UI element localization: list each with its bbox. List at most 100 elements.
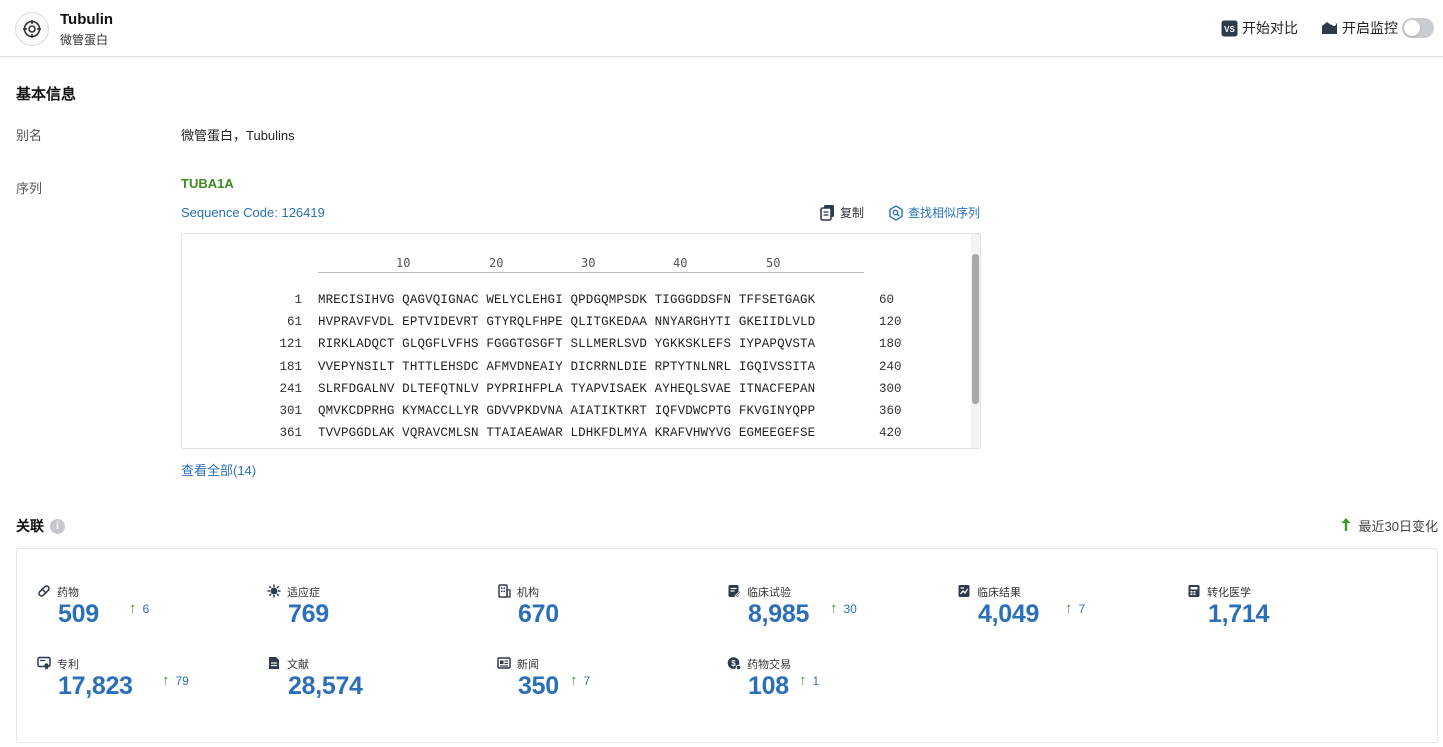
stat-literature[interactable]: 文献 28,574 bbox=[267, 656, 487, 716]
row-sequence: TVVPGGDLAK VQRAVCMLSN TTAIAEAWAR LDHKFDL… bbox=[318, 426, 816, 440]
stat-label: 适应症 bbox=[287, 587, 320, 599]
alias-label: 别名 bbox=[16, 128, 43, 143]
compare-button[interactable]: VS 开始对比 bbox=[1221, 18, 1298, 38]
stat-label: 临床结果 bbox=[977, 587, 1021, 599]
stat-delta: ↑ 1 bbox=[799, 672, 819, 689]
clipboard-icon bbox=[728, 585, 741, 598]
stat-translational[interactable]: 转化医学 1,714 bbox=[1187, 584, 1407, 644]
up-arrow-icon: ↑ bbox=[799, 672, 807, 689]
row-end: 360 bbox=[879, 404, 902, 418]
compare-label: 开始对比 bbox=[1242, 20, 1298, 36]
row-start: 61 bbox=[286, 315, 302, 329]
page-subtitle: 微管蛋白 bbox=[60, 33, 109, 47]
molecule-search-icon bbox=[888, 204, 904, 221]
toggle-knob bbox=[1404, 20, 1420, 36]
row-start: 121 bbox=[279, 337, 302, 351]
page-header: Tubulin 微管蛋白 VS 开始对比 开启监控 bbox=[0, 0, 1443, 57]
sequence-code: Sequence Code: 126419 bbox=[181, 205, 325, 220]
monitor-icon bbox=[1321, 20, 1338, 37]
newspaper-icon bbox=[497, 657, 511, 669]
stat-delta: ↑ 30 bbox=[830, 600, 857, 617]
target-icon bbox=[15, 12, 49, 46]
row-end: 240 bbox=[879, 360, 902, 374]
stat-patents[interactable]: 专利 17,823 ↑ 79 bbox=[37, 656, 257, 716]
row-end: 300 bbox=[879, 382, 902, 396]
up-arrow-icon: ↑ bbox=[162, 672, 170, 689]
basic-info-title: 基本信息 bbox=[16, 86, 77, 103]
find-similar-button[interactable]: 查找相似序列 bbox=[888, 204, 980, 221]
alias-value: 微管蛋白，Tubulins bbox=[181, 128, 295, 143]
page-title: Tubulin bbox=[60, 11, 114, 28]
monitor-label: 开启监控 bbox=[1342, 20, 1398, 36]
relations-title-text: 关联 bbox=[16, 518, 44, 534]
row-sequence: RIRKLADQCT GLQGFLVFHS FGGGTGSGFT SLLMERL… bbox=[318, 337, 816, 351]
stat-value: 1,714 bbox=[1208, 600, 1270, 628]
stat-indications[interactable]: 适应症 769 bbox=[267, 584, 487, 644]
stat-delta: ↑ 79 bbox=[162, 672, 189, 689]
stat-value: 28,574 bbox=[288, 672, 363, 700]
stat-drugs[interactable]: 药物 509 ↑ 6 bbox=[37, 584, 257, 644]
stat-value: 670 bbox=[518, 600, 559, 628]
stat-label: 转化医学 bbox=[1207, 587, 1251, 599]
gene-name: TUBA1A bbox=[181, 176, 234, 191]
row-end: 180 bbox=[879, 337, 902, 351]
svg-text:$: $ bbox=[731, 659, 736, 668]
row-sequence: HVPRAVFVDL EPTVIDEVRT GTYRQLFHPE QLITGKE… bbox=[318, 315, 816, 329]
stat-deals[interactable]: $ 药物交易 108 ↑ 1 bbox=[727, 656, 947, 716]
copy-label: 复制 bbox=[840, 206, 865, 220]
ruler-line bbox=[318, 272, 864, 273]
up-arrow-icon: ↑ bbox=[830, 600, 838, 617]
up-arrow-icon: ↑ bbox=[129, 600, 137, 617]
delta-value: 79 bbox=[175, 673, 189, 688]
virus-icon bbox=[267, 584, 281, 598]
row-sequence: MRECISIHVG QAGVQIGNAC WELYCLEHGI QPDGQMP… bbox=[318, 293, 816, 307]
delta-value: 7 bbox=[1078, 601, 1086, 616]
stat-value: 8,985 bbox=[748, 600, 810, 628]
sequence-label: 序列 bbox=[16, 181, 43, 196]
building-icon bbox=[498, 584, 511, 598]
row-start: 241 bbox=[279, 382, 302, 396]
stat-clinical-trials[interactable]: 临床试验 8,985 ↑ 30 bbox=[727, 584, 947, 644]
recent-change-legend: 最近30日变化 bbox=[1341, 516, 1438, 535]
stat-label: 新闻 bbox=[517, 659, 539, 671]
stat-label: 专利 bbox=[57, 659, 79, 671]
stat-news[interactable]: 新闻 350 ↑ 7 bbox=[497, 656, 717, 716]
row-sequence: SLRFDGALNV DLTEFQTNLV PYPRIHFPLA TYAPVIS… bbox=[318, 382, 816, 396]
stat-label: 文献 bbox=[287, 659, 309, 671]
recent-change-label: 最近30日变化 bbox=[1358, 519, 1438, 534]
row-start: 301 bbox=[279, 404, 302, 418]
scrollbar-thumb[interactable] bbox=[972, 254, 979, 404]
deal-icon: $ bbox=[727, 657, 741, 670]
view-all-link[interactable]: 查看全部(14) bbox=[181, 460, 256, 479]
stat-delta: ↑ 6 bbox=[129, 600, 149, 617]
copy-icon bbox=[820, 204, 836, 221]
copy-button[interactable]: 复制 bbox=[820, 204, 864, 221]
row-start: 1 bbox=[294, 293, 302, 307]
stat-label: 药物交易 bbox=[747, 659, 791, 671]
stat-delta: ↑ 7 bbox=[1065, 600, 1085, 617]
monitor-toggle[interactable] bbox=[1402, 18, 1434, 38]
ruler-tick: 40 bbox=[673, 256, 688, 270]
sequence-viewer[interactable]: 10 20 30 40 50 1 MRECISIHVG QAGVQIGNAC W… bbox=[181, 233, 981, 449]
relations-card: 药物 509 ↑ 6 适应症 769 机构 670 临床试验 8,985 ↑ 30 … bbox=[16, 548, 1438, 743]
chart-doc-icon bbox=[958, 585, 970, 597]
info-icon[interactable]: i bbox=[50, 518, 65, 534]
monitor-button[interactable]: 开启监控 bbox=[1321, 18, 1398, 38]
stat-organizations[interactable]: 机构 670 bbox=[497, 584, 717, 644]
stat-clinical-results[interactable]: 临床结果 4,049 ↑ 7 bbox=[957, 584, 1177, 644]
stat-value: 108 bbox=[748, 672, 789, 700]
stat-value: 17,823 bbox=[58, 672, 133, 700]
relations-title: 关联 i bbox=[16, 516, 65, 536]
delta-value: 7 bbox=[583, 673, 591, 688]
certificate-icon bbox=[37, 656, 51, 670]
sequence-scrollbar[interactable] bbox=[971, 234, 980, 448]
pill-icon bbox=[38, 585, 50, 597]
ruler-tick: 10 bbox=[396, 256, 411, 270]
stat-value: 509 bbox=[58, 600, 99, 628]
calculator-icon bbox=[1188, 585, 1200, 597]
find-similar-label: 查找相似序列 bbox=[908, 206, 981, 220]
stat-value: 350 bbox=[518, 672, 559, 700]
row-start: 361 bbox=[279, 426, 302, 440]
delta-value: 1 bbox=[812, 673, 820, 688]
row-start: 181 bbox=[279, 360, 302, 374]
